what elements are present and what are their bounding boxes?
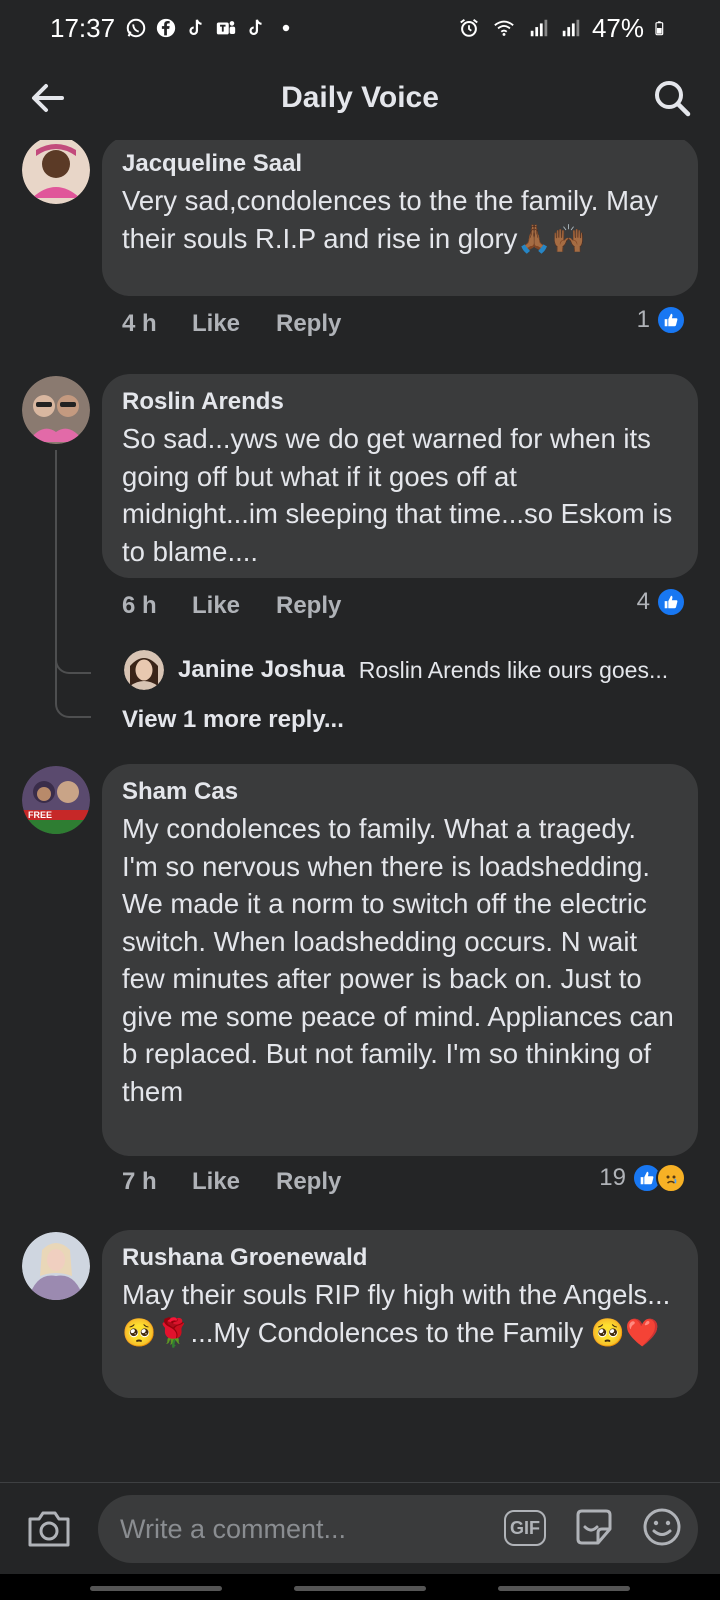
status-bar: 17:37 47% [0, 0, 720, 56]
reply-author[interactable]: Janine Joshua [178, 656, 345, 684]
reaction-summary[interactable]: 19 [599, 1158, 686, 1198]
camera-icon[interactable] [26, 1507, 72, 1549]
tiktok-icon [249, 19, 262, 36]
comment-composer: Write a comment... GIF [0, 1482, 720, 1574]
thread-branch [55, 670, 91, 718]
reaction-count: 1 [636, 306, 650, 333]
system-nav-bar [0, 1574, 720, 1600]
like-reaction-icon [656, 305, 686, 335]
reply-button[interactable]: Reply [276, 310, 341, 338]
avatar[interactable] [22, 140, 90, 204]
sad-reaction-icon [656, 1163, 686, 1193]
nav-back-button[interactable] [498, 1586, 630, 1591]
comment-time[interactable]: 4 h [122, 310, 192, 338]
comment-author[interactable]: Roslin Arends [122, 388, 678, 416]
reaction-summary[interactable]: 1 [637, 300, 686, 340]
battery-icon [655, 21, 664, 36]
arrow-left-icon[interactable] [26, 76, 70, 120]
signal-icon [530, 19, 548, 37]
comment-author[interactable]: Sham Cas [122, 778, 678, 806]
wifi-icon [494, 20, 514, 36]
reply-button[interactable]: Reply [276, 592, 341, 620]
search-icon[interactable] [650, 76, 694, 120]
tiktok-icon [189, 19, 202, 36]
page-title: Daily Voice [281, 81, 439, 114]
comment-author[interactable]: Rushana Groenewald [122, 1244, 678, 1272]
dot-icon [282, 24, 290, 32]
comment-time[interactable]: 7 h [122, 1168, 192, 1196]
avatar[interactable] [124, 650, 164, 690]
reply-button[interactable]: Reply [276, 1168, 341, 1196]
battery-percent: 47% [591, 12, 644, 43]
reply-text: Roslin Arends like ours goes... [358, 656, 669, 683]
like-button[interactable]: Like [192, 1168, 276, 1196]
comment-actions: 6 h Like Reply [122, 586, 341, 626]
app-bar: Daily Voice [0, 56, 720, 140]
reaction-count: 19 [599, 1164, 626, 1191]
avatar[interactable] [22, 376, 90, 444]
reaction-summary[interactable]: 4 [637, 582, 686, 622]
comment-text: My condolences to family. What a tragedy… [122, 813, 674, 1107]
comment-actions: 4 h Like Reply [122, 304, 341, 344]
comment-bubble[interactable]: Sham Cas My condolences to family. What … [102, 764, 698, 1156]
emoji-icon[interactable] [640, 1505, 684, 1549]
like-button[interactable]: Like [192, 310, 276, 338]
facebook-icon [156, 18, 176, 38]
reaction-count: 4 [636, 588, 650, 615]
alarm-icon [460, 18, 478, 37]
thread-branch [55, 640, 91, 674]
comment-text: Very sad,condolences to the the family. … [122, 185, 659, 254]
teams-icon [216, 21, 236, 35]
like-reaction-icon [656, 587, 686, 617]
comment-bubble[interactable]: Rushana Groenewald May their souls RIP f… [102, 1230, 698, 1398]
gif-button[interactable]: GIF [504, 1510, 546, 1546]
signal-icon [562, 19, 580, 37]
status-time: 17:37 [50, 12, 116, 43]
nav-recent-button[interactable] [90, 1586, 222, 1591]
svg-text:FREE: FREE [28, 810, 52, 820]
comment-actions: 7 h Like Reply [122, 1162, 341, 1202]
comment-author[interactable]: Jacqueline Saal [122, 150, 678, 178]
thread-line [55, 450, 57, 670]
comment-time[interactable]: 6 h [122, 592, 192, 620]
like-button[interactable]: Like [192, 592, 276, 620]
nav-home-button[interactable] [294, 1586, 426, 1591]
comment-bubble[interactable]: Jacqueline Saal Very sad,condolences to … [102, 140, 698, 296]
comment-list: Jacqueline Saal Very sad,condolences to … [0, 140, 720, 1482]
view-more-replies-link[interactable]: View 1 more reply... [122, 706, 344, 734]
sticker-icon[interactable] [572, 1505, 616, 1549]
avatar[interactable] [22, 1232, 90, 1300]
comment-bubble[interactable]: Roslin Arends So sad...yws we do get war… [102, 374, 698, 578]
avatar[interactable]: FREE [22, 766, 90, 834]
comment-text: May their souls RIP fly high with the An… [122, 1279, 671, 1348]
whatsapp-icon [126, 18, 146, 38]
reply-preview[interactable]: Janine Joshua Roslin Arends like ours go… [124, 648, 668, 692]
comment-text: So sad...yws we do get warned for when i… [122, 423, 673, 567]
